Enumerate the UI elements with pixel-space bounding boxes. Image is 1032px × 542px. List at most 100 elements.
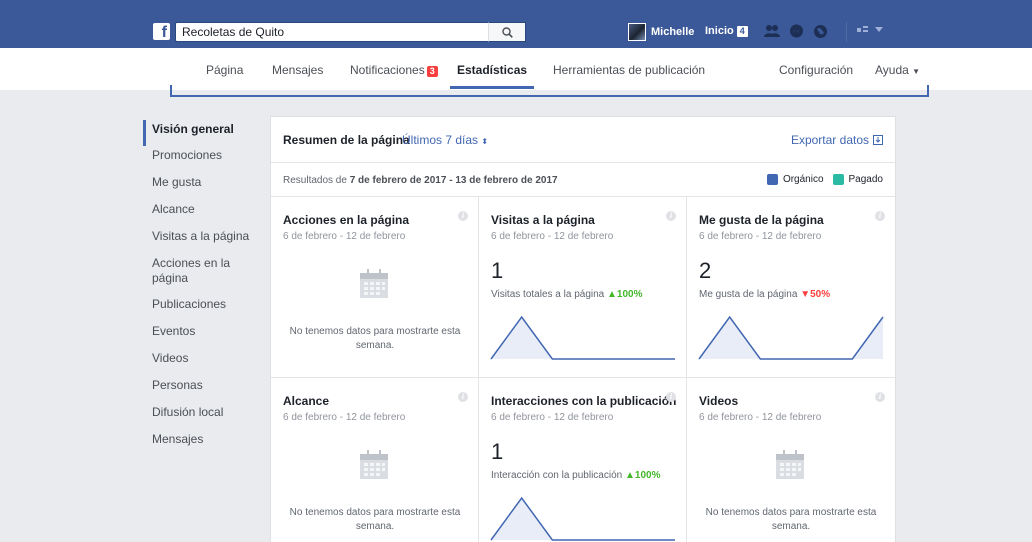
- sparkline: [490, 496, 675, 541]
- insights-sidebar: Visión general Promociones Me gusta Alca…: [143, 116, 258, 457]
- results-range-text: Resultados de 7 de febrero de 2017 - 13 …: [283, 175, 558, 186]
- highlight-frame: [170, 85, 929, 97]
- info-icon[interactable]: i: [458, 211, 468, 221]
- sidebar-item-difusion-local[interactable]: Difusión local: [143, 403, 258, 430]
- sidebar-item-mensajes[interactable]: Mensajes: [143, 430, 258, 457]
- metric-value: 1: [491, 439, 504, 464]
- metric-line: Me gusta de la página ▼50%: [699, 289, 830, 300]
- card-title: Videos: [699, 394, 739, 408]
- info-icon[interactable]: i: [458, 392, 468, 402]
- empty-message: No tenemos datos para mostrarte esta sem…: [705, 507, 877, 532]
- page-nav: Página Mensajes Notificaciones 3 Estadíst…: [0, 48, 1032, 90]
- tab-configuracion[interactable]: Configuración: [779, 63, 853, 77]
- card-visitas[interactable]: Visitas a la página i 6 de febrero - 12 …: [479, 197, 687, 378]
- metric-value: 1: [491, 258, 504, 283]
- home-link[interactable]: Inicio 4: [705, 25, 748, 37]
- info-icon[interactable]: i: [666, 392, 676, 402]
- metric-label: Me gusta de la página: [699, 289, 798, 300]
- trend-up-icon: ▲: [624, 470, 635, 481]
- metric-change: 100%: [616, 289, 643, 300]
- card-interacciones[interactable]: Interacciones con la publicación i 6 de …: [479, 378, 687, 542]
- chevron-down-icon: ▼: [912, 67, 921, 76]
- organic-swatch: [766, 174, 778, 185]
- avatar: [628, 23, 646, 41]
- tab-estadisticas[interactable]: Estadísticas: [457, 63, 527, 77]
- search-icon: [501, 26, 513, 38]
- card-videos[interactable]: Videos i 6 de febrero - 12 de febrero No…: [687, 378, 895, 542]
- sparkline: [490, 315, 675, 360]
- sidebar-item-visitas[interactable]: Visitas a la página: [143, 227, 258, 254]
- metric-change: 100%: [634, 470, 661, 481]
- globe-icon[interactable]: [812, 23, 828, 39]
- metric-label: Visitas totales a la página: [491, 289, 605, 300]
- card-title: Acciones en la página: [283, 213, 410, 227]
- sidebar-item-videos[interactable]: Videos: [143, 349, 258, 376]
- sparkline-area: [699, 317, 883, 359]
- friend-requests-icon[interactable]: [764, 23, 780, 39]
- card-title: Me gusta de la página: [699, 213, 824, 227]
- period-selector[interactable]: Últimos 7 días ⬍: [402, 133, 488, 147]
- period-label: Últimos 7 días: [402, 133, 479, 147]
- export-data-button[interactable]: Exportar datos: [791, 133, 883, 147]
- download-icon: [873, 135, 883, 145]
- calendar-icon: [360, 269, 388, 298]
- home-count-badge: 4: [736, 25, 748, 37]
- results-range: 7 de febrero de 2017 - 13 de febrero de …: [349, 175, 558, 186]
- sidebar-item-vision-general[interactable]: Visión general: [143, 120, 258, 146]
- empty-message: No tenemos datos para mostrarte esta sem…: [289, 326, 461, 351]
- tab-ayuda-label: Ayuda: [875, 63, 909, 77]
- account-menu-icon[interactable]: [857, 25, 885, 38]
- paid-swatch: [832, 174, 844, 185]
- metric-change: 50%: [810, 289, 831, 300]
- card-date: 6 de febrero - 12 de febrero: [699, 412, 822, 423]
- sidebar-item-personas[interactable]: Personas: [143, 376, 258, 403]
- notifications-badge: 3: [426, 66, 438, 77]
- panel-title: Resumen de la página: [283, 133, 410, 147]
- card-title: Interacciones con la publicación: [491, 394, 677, 408]
- facebook-logo-icon[interactable]: f: [153, 23, 170, 40]
- profile-link[interactable]: Michelle: [628, 22, 694, 42]
- tab-herramientas[interactable]: Herramientas de publicación: [553, 63, 705, 77]
- tab-pagina[interactable]: Página: [206, 63, 243, 77]
- card-date: 6 de febrero - 12 de febrero: [283, 231, 406, 242]
- tab-mensajes[interactable]: Mensajes: [272, 63, 323, 77]
- card-date: 6 de febrero - 12 de febrero: [283, 412, 406, 423]
- search-box: [175, 22, 526, 42]
- sidebar-item-promociones[interactable]: Promociones: [143, 146, 258, 173]
- search-input[interactable]: [176, 23, 486, 41]
- tab-notificaciones[interactable]: Notificaciones 3: [350, 63, 438, 77]
- results-bar: Resultados de 7 de febrero de 2017 - 13 …: [271, 163, 895, 197]
- sidebar-item-me-gusta[interactable]: Me gusta: [143, 173, 258, 200]
- home-label: Inicio: [705, 25, 734, 37]
- export-label: Exportar datos: [790, 133, 869, 147]
- tab-ayuda[interactable]: Ayuda ▼: [875, 63, 920, 77]
- card-title: Visitas a la página: [491, 213, 595, 227]
- sidebar-item-eventos[interactable]: Eventos: [143, 322, 258, 349]
- sidebar-item-publicaciones[interactable]: Publicaciones: [143, 295, 258, 322]
- overview-panel: Resumen de la página Últimos 7 días ⬍ Ex…: [270, 116, 896, 542]
- metric-value: 2: [699, 258, 712, 283]
- card-date: 6 de febrero - 12 de febrero: [491, 231, 614, 242]
- sidebar-item-alcance[interactable]: Alcance: [143, 200, 258, 227]
- empty-message: No tenemos datos para mostrarte esta sem…: [289, 507, 461, 532]
- metric-label: Interacción con la publicación: [491, 470, 623, 481]
- card-alcance[interactable]: Alcance i 6 de febrero - 12 de febrero N…: [271, 378, 479, 542]
- card-acciones[interactable]: Acciones en la página i 6 de febrero - 1…: [271, 197, 479, 378]
- topbar-divider: [846, 22, 847, 42]
- trend-up-icon: ▲: [607, 289, 617, 300]
- calendar-icon: [776, 450, 804, 479]
- search-button[interactable]: [488, 22, 526, 42]
- legend: Orgánico Pagado: [766, 174, 883, 185]
- card-me-gusta[interactable]: Me gusta de la página i 6 de febrero - 1…: [687, 197, 895, 378]
- trend-down-icon: ▼: [800, 289, 811, 300]
- sidebar-item-acciones[interactable]: Acciones en la página: [143, 254, 233, 295]
- messages-icon[interactable]: [788, 23, 804, 39]
- info-icon[interactable]: i: [666, 211, 676, 221]
- sparkline-area: [491, 498, 675, 540]
- info-icon[interactable]: i: [875, 392, 885, 402]
- panel-header: Resumen de la página Últimos 7 días ⬍ Ex…: [271, 117, 895, 163]
- sparkline-area: [491, 317, 675, 359]
- calendar-icon: [360, 450, 388, 479]
- sparkline: [698, 315, 884, 360]
- info-icon[interactable]: i: [875, 211, 885, 221]
